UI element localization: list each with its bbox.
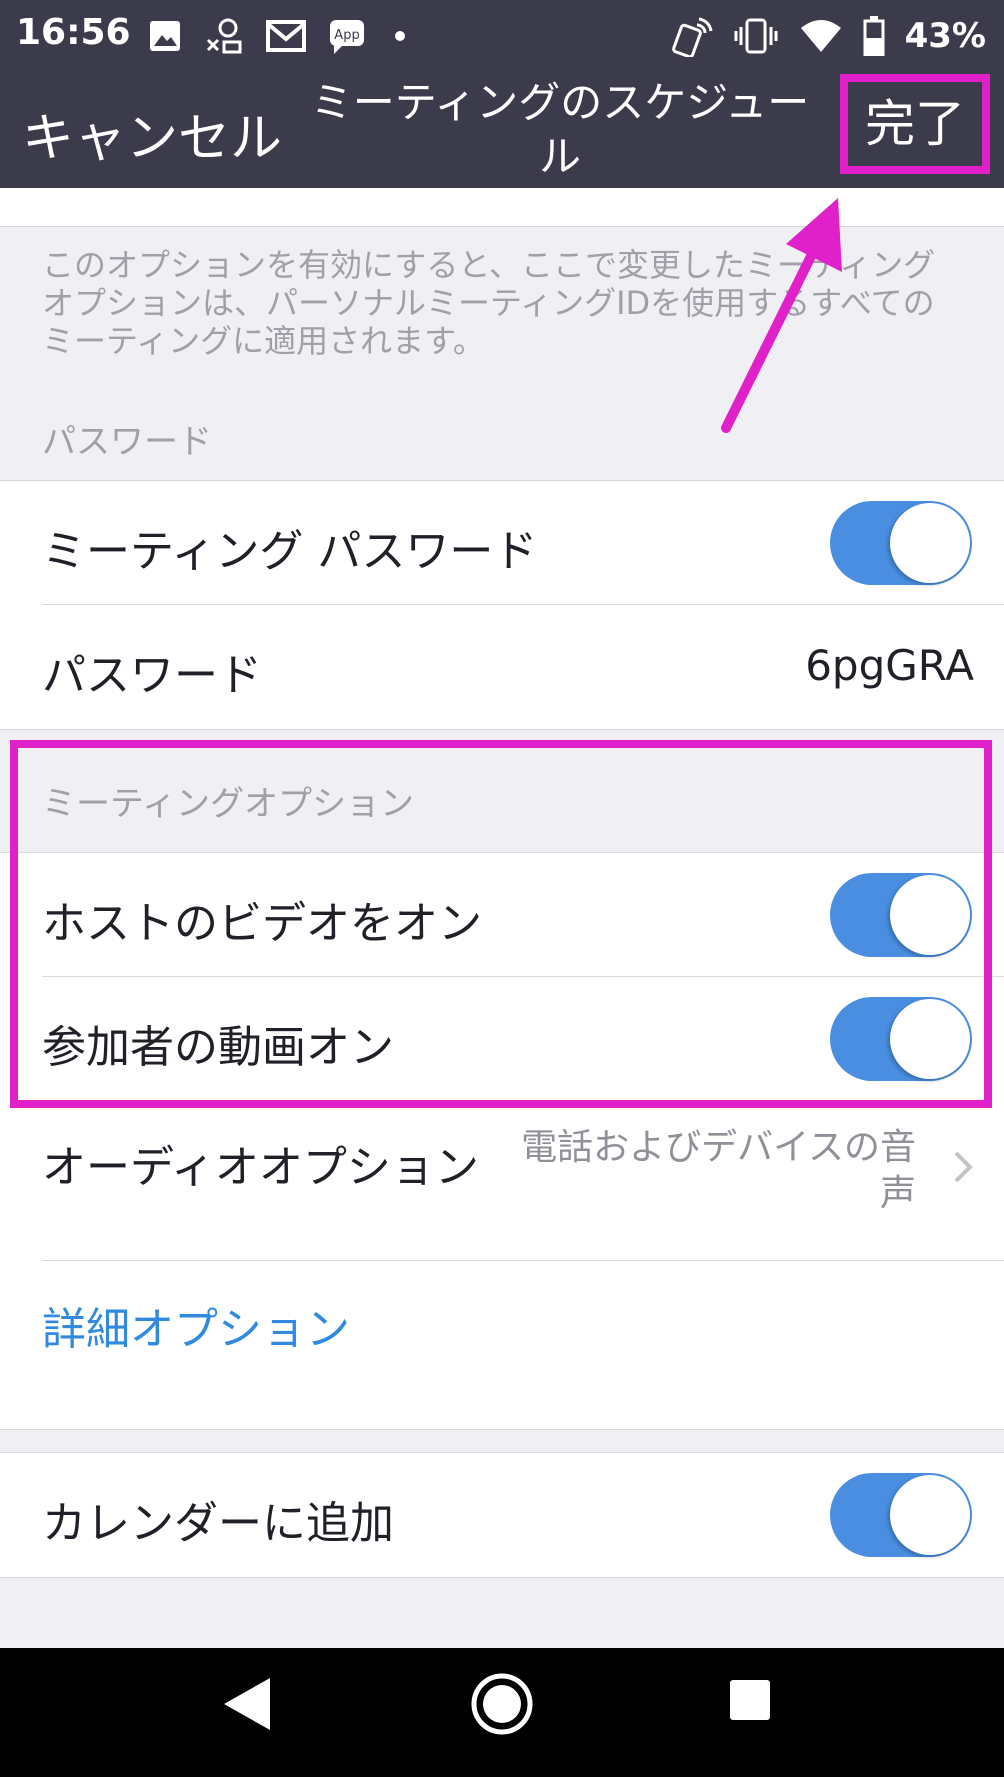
- participant-video-row: 参加者の動画オン: [0, 977, 1004, 1101]
- host-video-row: ホストのビデオをオン: [0, 853, 1004, 977]
- image-icon: [148, 19, 182, 53]
- battery-icon: [863, 16, 885, 56]
- navigation-bar: [0, 1648, 1004, 1777]
- audio-options-value: 電話およびデバイスの音声: [521, 1127, 916, 1214]
- toggle-knob: [890, 503, 970, 583]
- audio-options-label: オーディオオプション: [42, 1142, 479, 1193]
- app-icon: App: [328, 16, 368, 56]
- page-title: ミーティングのスケジュール: [310, 78, 810, 181]
- status-time: 16:56: [16, 12, 131, 53]
- status-bar: 16:56 App 43%: [0, 0, 1004, 70]
- status-icons-left: App: [148, 16, 410, 56]
- add-to-calendar-row: カレンダーに追加: [0, 1453, 1004, 1577]
- password-row[interactable]: パスワード 6pgGRA: [0, 605, 1004, 729]
- app-header: キャンセル ミーティングのスケジュール 完了: [0, 70, 1004, 188]
- password-value: 6pgGRA: [805, 641, 974, 690]
- meeting-password-label: ミーティング パスワード: [42, 526, 538, 577]
- home-icon[interactable]: [470, 1672, 534, 1740]
- notification-icon: [204, 18, 244, 54]
- add-to-calendar-toggle[interactable]: [830, 1473, 972, 1557]
- vibrate-icon: [733, 17, 779, 55]
- password-group: ミーティング パスワード パスワード 6pgGRA: [0, 480, 1004, 730]
- advanced-options-row[interactable]: 詳細オプション: [0, 1261, 1004, 1385]
- svg-text:App: App: [334, 28, 359, 43]
- chevron-right-icon: [952, 1149, 974, 1189]
- calendar-group: カレンダーに追加: [0, 1452, 1004, 1578]
- audio-options-row[interactable]: オーディオオプション 電話およびデバイスの音声: [0, 1101, 1004, 1261]
- toggle-knob: [890, 999, 970, 1079]
- toggle-knob: [890, 1475, 970, 1555]
- battery-percent: 43%: [904, 16, 986, 56]
- meeting-password-row: ミーティング パスワード: [0, 481, 1004, 605]
- section-header-meeting-options: ミーティングオプション: [42, 784, 414, 824]
- recents-icon[interactable]: [728, 1678, 772, 1726]
- advanced-options-link[interactable]: 詳細オプション: [42, 1293, 350, 1357]
- wifi-icon: [799, 18, 843, 54]
- toggle-knob: [890, 875, 970, 955]
- gmail-icon: [266, 19, 306, 53]
- host-video-toggle[interactable]: [830, 873, 972, 957]
- cancel-button[interactable]: キャンセル: [22, 96, 282, 171]
- list-row-partial: [0, 188, 1004, 227]
- meeting-options-group: ホストのビデオをオン 参加者の動画オン オーディオオプション 電話およびデバイス…: [0, 852, 1004, 1430]
- nfc-icon: [671, 15, 713, 57]
- dot-icon: [390, 26, 410, 46]
- pmi-note: このオプションを有効にすると、ここで変更したミーティングオプションは、パーソナル…: [42, 246, 936, 360]
- participant-video-toggle[interactable]: [830, 997, 972, 1081]
- settings-list[interactable]: このオプションを有効にすると、ここで変更したミーティングオプションは、パーソナル…: [0, 188, 1004, 1648]
- status-icons-right: 43%: [671, 15, 986, 57]
- host-video-label: ホストのビデオをオン: [42, 898, 482, 949]
- back-icon[interactable]: [222, 1676, 272, 1736]
- participant-video-label: 参加者の動画オン: [42, 1022, 394, 1073]
- password-label: パスワード: [42, 650, 262, 701]
- add-to-calendar-label: カレンダーに追加: [42, 1498, 394, 1549]
- meeting-password-toggle[interactable]: [830, 501, 972, 585]
- screen: 16:56 App 43% キャンセル ミーティングのスケジュール 完了 このオ…: [0, 0, 1004, 1777]
- done-button[interactable]: 完了: [840, 74, 990, 174]
- section-header-password: パスワード: [42, 422, 212, 462]
